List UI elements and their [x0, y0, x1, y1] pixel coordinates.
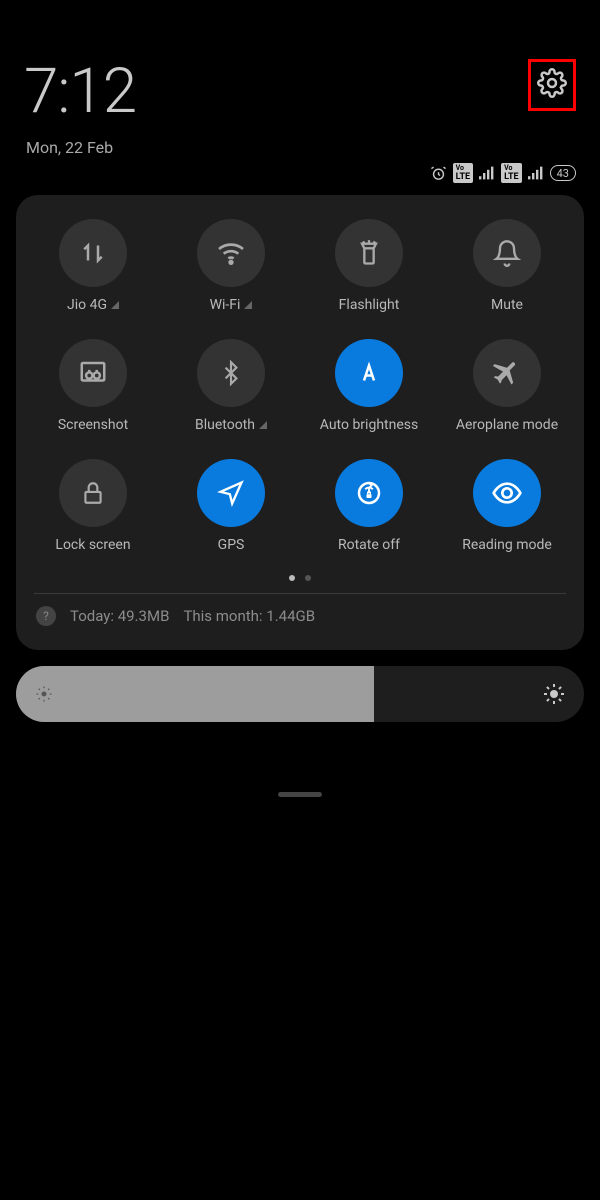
gps-label: GPS: [218, 537, 245, 553]
panel-divider: [34, 593, 566, 594]
bluetooth-toggle[interactable]: [197, 339, 265, 407]
tile-screenshot[interactable]: Screenshot: [24, 339, 162, 433]
signal2-icon: [528, 166, 544, 180]
auto-bright-toggle[interactable]: [335, 339, 403, 407]
airplane-toggle[interactable]: [473, 339, 541, 407]
tile-mute[interactable]: Mute: [438, 219, 576, 313]
data-usage-month: This month: 1.44GB: [183, 607, 315, 625]
brightness-slider[interactable]: [16, 666, 584, 722]
gear-icon: [537, 68, 567, 98]
settings-button-highlight: [528, 59, 576, 111]
bluetooth-icon: [218, 360, 244, 386]
tile-lock[interactable]: Lock screen: [24, 459, 162, 553]
mobile-data-label: Jio 4G: [67, 297, 119, 313]
help-icon[interactable]: ?: [36, 606, 56, 626]
signal1-icon: [479, 166, 495, 180]
tile-airplane[interactable]: Aeroplane mode: [438, 339, 576, 433]
tile-reading[interactable]: Reading mode: [438, 459, 576, 553]
pager-dot-1: [305, 575, 311, 581]
flashlight-toggle[interactable]: [335, 219, 403, 287]
expand-triangle-icon: [244, 301, 252, 309]
clock-time: 7:12: [24, 55, 136, 128]
brightness-low-icon: [34, 684, 54, 704]
screenshot-label: Screenshot: [58, 417, 128, 433]
flashlight-icon: [355, 239, 383, 267]
flashlight-label: Flashlight: [339, 297, 400, 313]
reading-icon: [491, 477, 523, 509]
tile-auto-bright[interactable]: Auto brightness: [300, 339, 438, 433]
lock-icon: [80, 480, 106, 506]
airplane-label: Aeroplane mode: [456, 417, 558, 433]
tile-rotate[interactable]: Rotate off: [300, 459, 438, 553]
auto-bright-label: Auto brightness: [320, 417, 418, 433]
screenshot-toggle[interactable]: [59, 339, 127, 407]
mute-label: Mute: [491, 297, 523, 313]
lock-label: Lock screen: [55, 537, 130, 553]
reading-toggle[interactable]: [473, 459, 541, 527]
tile-mobile-data[interactable]: Jio 4G: [24, 219, 162, 313]
wifi-label: Wi-Fi: [210, 297, 253, 313]
settings-button[interactable]: [537, 68, 567, 102]
home-handle[interactable]: [278, 792, 322, 797]
sim1-net-badge: VoLTE: [453, 163, 474, 183]
quick-settings-panel: Jio 4G Wi-Fi Flashlight Mute Screenshot Bluet…: [16, 195, 584, 650]
reading-label: Reading mode: [462, 537, 552, 553]
mobile-data-toggle[interactable]: [59, 219, 127, 287]
brightness-high-icon: [542, 682, 566, 706]
alarm-icon: [430, 165, 447, 182]
tile-bluetooth[interactable]: Bluetooth: [162, 339, 300, 433]
tile-flashlight[interactable]: Flashlight: [300, 219, 438, 313]
airplane-icon: [492, 358, 522, 388]
battery-indicator: 43: [550, 165, 576, 181]
gps-icon: [217, 479, 245, 507]
status-bar: VoLTE VoLTE 43: [0, 157, 600, 183]
mute-icon: [493, 239, 521, 267]
data-usage-today: Today: 49.3MB: [70, 607, 169, 625]
header-date: Mon, 22 Feb: [0, 138, 600, 157]
pager-dot-0: [289, 575, 295, 581]
pager-dots[interactable]: [24, 575, 576, 581]
brightness-fill: [16, 666, 374, 722]
expand-triangle-icon: [259, 421, 267, 429]
expand-triangle-icon: [111, 301, 119, 309]
gps-toggle[interactable]: [197, 459, 265, 527]
auto-bright-icon: [354, 358, 384, 388]
tile-gps[interactable]: GPS: [162, 459, 300, 553]
tile-wifi[interactable]: Wi-Fi: [162, 219, 300, 313]
mute-toggle[interactable]: [473, 219, 541, 287]
rotate-toggle[interactable]: [335, 459, 403, 527]
lock-toggle[interactable]: [59, 459, 127, 527]
bluetooth-label: Bluetooth: [195, 417, 267, 433]
rotate-label: Rotate off: [338, 537, 400, 553]
wifi-icon: [215, 237, 247, 269]
wifi-toggle[interactable]: [197, 219, 265, 287]
mobile-data-icon: [78, 238, 108, 268]
rotate-icon: [354, 478, 384, 508]
sim2-net-badge: VoLTE: [501, 163, 522, 183]
screenshot-icon: [78, 358, 108, 388]
